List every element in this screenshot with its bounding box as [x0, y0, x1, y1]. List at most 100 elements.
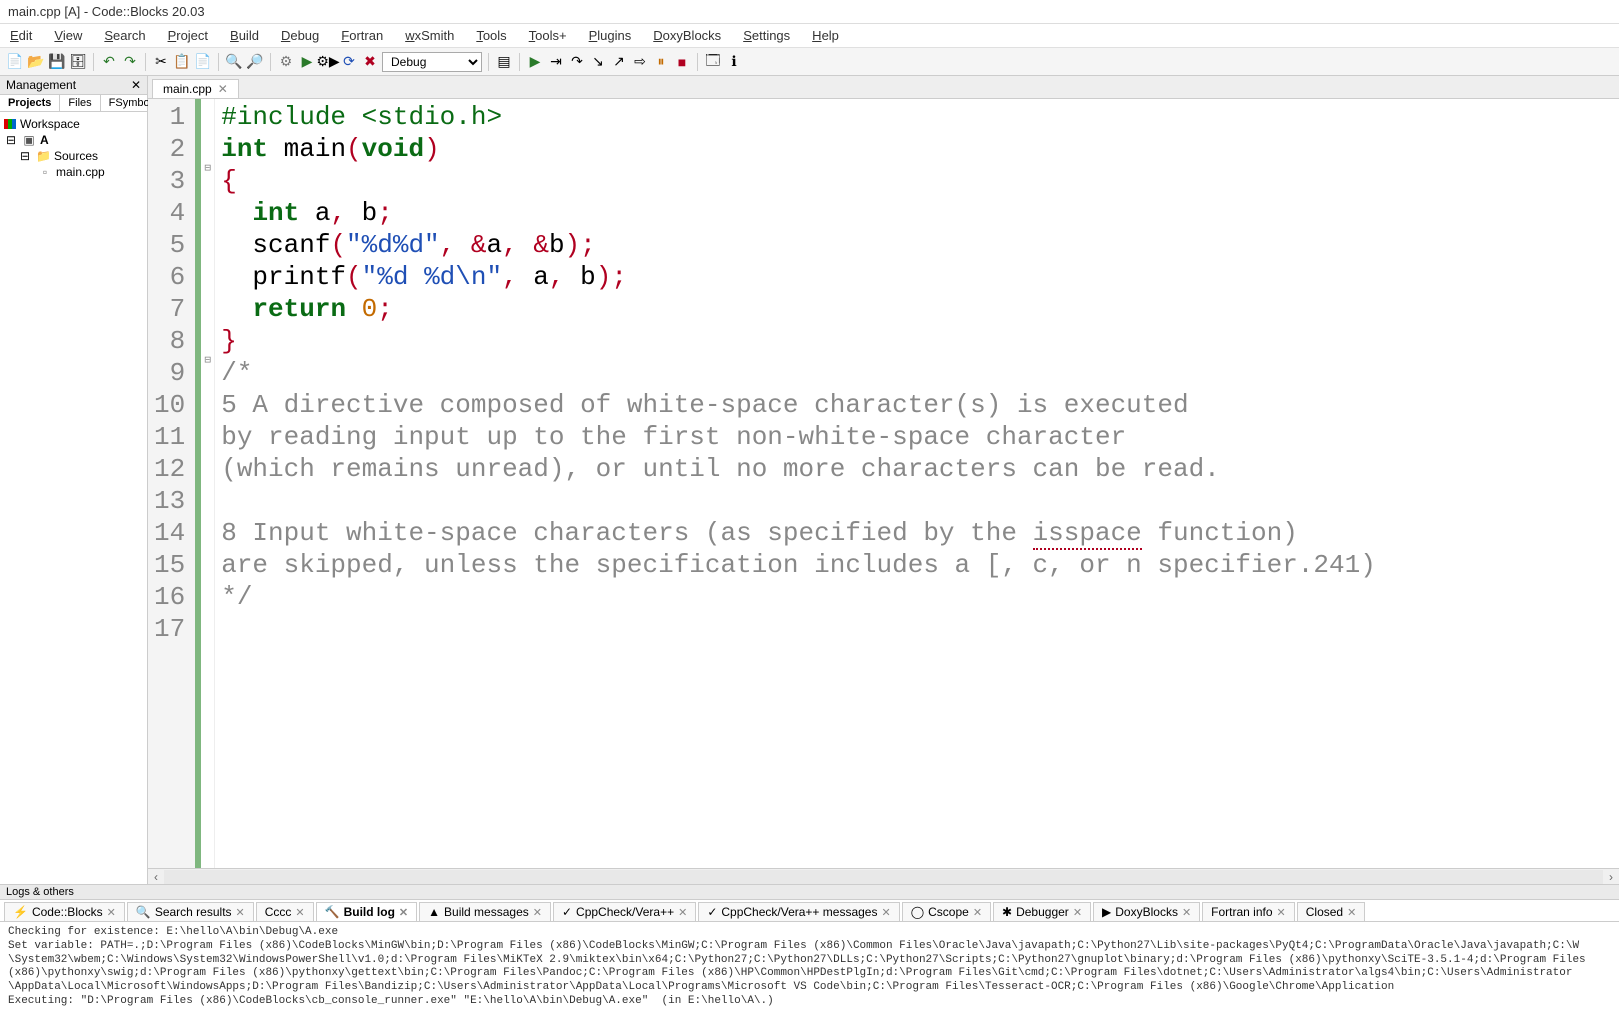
next-instr-icon[interactable]: ⇨: [631, 53, 649, 71]
tab-close-icon[interactable]: ✕: [678, 906, 687, 919]
tab-label: Cccc: [265, 905, 292, 919]
logs-panel: Logs & others ⚡Code::Blocks✕🔍Search resu…: [0, 884, 1619, 1012]
tab-close-icon[interactable]: ✕: [973, 906, 982, 919]
logs-title: Logs & others: [0, 885, 1619, 900]
file-tab-close-icon[interactable]: ✕: [218, 82, 228, 96]
tab-close-icon[interactable]: ✕: [399, 906, 408, 919]
log-tab-cppcheck-vera-[interactable]: ✓CppCheck/Vera++✕: [553, 902, 696, 921]
file-node[interactable]: ▫ main.cpp: [4, 164, 143, 180]
build-run-icon[interactable]: ⚙▶: [319, 53, 337, 71]
build-icon[interactable]: ⚙: [277, 53, 295, 71]
tab-close-icon[interactable]: ✕: [1182, 906, 1191, 919]
log-tab-cccc[interactable]: Cccc✕: [256, 902, 314, 921]
step-into-icon[interactable]: ↘: [589, 53, 607, 71]
log-tab-closed[interactable]: Closed✕: [1297, 902, 1366, 921]
info-icon[interactable]: ℹ: [725, 53, 743, 71]
log-tab-build-messages[interactable]: ▲Build messages✕: [419, 902, 551, 921]
menu-project[interactable]: Project: [164, 26, 212, 45]
project-node[interactable]: ⊟ ▣ A: [4, 132, 143, 148]
log-tab-debugger[interactable]: ✱Debugger✕: [993, 902, 1091, 921]
log-tab-search-results[interactable]: 🔍Search results✕: [127, 902, 254, 921]
menu-bar: Edit View Search Project Build Debug Fortran wx…: [0, 24, 1619, 48]
menu-view[interactable]: View: [50, 26, 86, 45]
menu-search[interactable]: Search: [100, 26, 149, 45]
menu-fortran[interactable]: Fortran: [337, 26, 387, 45]
fold-margin[interactable]: ⊟⊟: [201, 99, 215, 868]
redo-icon[interactable]: ↷: [121, 53, 139, 71]
menu-debug[interactable]: Debug: [277, 26, 323, 45]
log-tab-fortran-info[interactable]: Fortran info✕: [1202, 902, 1295, 921]
build-target-select[interactable]: Debug: [382, 52, 482, 72]
log-tab-build-log[interactable]: 🔨Build log✕: [316, 902, 418, 921]
tab-icon: ✓: [562, 905, 572, 919]
tab-close-icon[interactable]: ✕: [1073, 906, 1082, 919]
file-label: main.cpp: [56, 165, 105, 179]
tab-close-icon[interactable]: ✕: [107, 906, 116, 919]
stop-debug-icon[interactable]: ■: [673, 53, 691, 71]
cut-icon[interactable]: ✂: [152, 53, 170, 71]
tab-close-icon[interactable]: ✕: [295, 906, 304, 919]
menu-tools+[interactable]: Tools+: [525, 26, 571, 45]
tab-close-icon[interactable]: ✕: [881, 906, 890, 919]
horizontal-scrollbar[interactable]: ‹ ›: [148, 868, 1619, 884]
tab-icon: 🔨: [325, 905, 340, 919]
paste-icon[interactable]: 📄: [194, 53, 212, 71]
expand-icon[interactable]: ⊟: [18, 149, 32, 163]
build-log-output[interactable]: Checking for existence: E:\hello\A\bin\D…: [0, 922, 1619, 1012]
tab-close-icon[interactable]: ✕: [533, 906, 542, 919]
scroll-right-icon[interactable]: ›: [1603, 870, 1619, 884]
menu-plugins[interactable]: Plugins: [585, 26, 636, 45]
menu-help[interactable]: Help: [808, 26, 843, 45]
debug-run-icon[interactable]: ▶: [526, 53, 544, 71]
folder-node[interactable]: ⊟ 📁 Sources: [4, 148, 143, 164]
stop-build-icon[interactable]: ✖: [361, 53, 379, 71]
file-tab[interactable]: main.cpp ✕: [152, 79, 239, 98]
run-to-cursor-icon[interactable]: ⇥: [547, 53, 565, 71]
log-tab-cppcheck-vera-messages[interactable]: ✓CppCheck/Vera++ messages✕: [698, 902, 899, 921]
expand-icon[interactable]: ⊟: [4, 133, 18, 147]
copy-icon[interactable]: 📋: [173, 53, 191, 71]
tab-close-icon[interactable]: ✕: [1277, 906, 1286, 919]
panel-tab-projects[interactable]: Projects: [0, 95, 60, 111]
menu-doxyblocks[interactable]: DoxyBlocks: [649, 26, 725, 45]
break-icon[interactable]: ⏸: [652, 53, 670, 71]
rebuild-icon[interactable]: ⟳: [340, 53, 358, 71]
step-out-icon[interactable]: ↗: [610, 53, 628, 71]
save-all-icon[interactable]: 🗄: [69, 53, 87, 71]
log-tab-doxyblocks[interactable]: ▶ DoxyBlocks ✕: [1093, 902, 1200, 921]
code-area[interactable]: #include <stdio.h>int main(void){ int a,…: [215, 99, 1619, 868]
sidebar-toggle-icon[interactable]: ▤: [495, 53, 513, 71]
panel-close-icon[interactable]: ✕: [131, 78, 141, 92]
tab-close-icon[interactable]: ✕: [236, 906, 245, 919]
file-icon: ▫: [38, 165, 52, 179]
panel-tab-files[interactable]: Files: [60, 95, 100, 111]
tab-label: Code::Blocks: [32, 905, 103, 919]
save-icon[interactable]: 💾: [48, 53, 66, 71]
undo-icon[interactable]: ↶: [100, 53, 118, 71]
tab-icon: ✱: [1002, 905, 1012, 919]
step-over-icon[interactable]: ↷: [568, 53, 586, 71]
panel-title-label: Management: [6, 78, 76, 92]
menu-edit[interactable]: Edit: [6, 26, 36, 45]
tab-label: DoxyBlocks: [1115, 905, 1178, 919]
tab-label: Search results: [155, 905, 232, 919]
tab-icon: ▶: [1102, 905, 1111, 919]
run-icon[interactable]: ▶: [298, 53, 316, 71]
new-file-icon[interactable]: 📄: [6, 53, 24, 71]
open-icon[interactable]: 📂: [27, 53, 45, 71]
log-tab-code-blocks[interactable]: ⚡Code::Blocks✕: [4, 902, 125, 921]
scroll-left-icon[interactable]: ‹: [148, 870, 164, 884]
project-tree[interactable]: Workspace ⊟ ▣ A ⊟ 📁 Sources ▫ main.cpp: [0, 112, 147, 884]
tab-close-icon[interactable]: ✕: [1347, 906, 1356, 919]
menu-tools[interactable]: Tools: [472, 26, 510, 45]
menu-wxsmith[interactable]: wxSmith: [401, 26, 458, 45]
log-tab-cscope[interactable]: ◯Cscope✕: [902, 902, 991, 921]
code-editor[interactable]: 1234567891011121314151617 ⊟⊟ #include <s…: [148, 99, 1619, 868]
debug-windows-icon[interactable]: 🗔: [704, 53, 722, 71]
menu-build[interactable]: Build: [226, 26, 263, 45]
workspace-node[interactable]: Workspace: [4, 116, 143, 132]
tab-icon: ◯: [911, 905, 924, 919]
replace-icon[interactable]: 🔎: [246, 53, 264, 71]
menu-settings[interactable]: Settings: [739, 26, 794, 45]
find-icon[interactable]: 🔍: [225, 53, 243, 71]
